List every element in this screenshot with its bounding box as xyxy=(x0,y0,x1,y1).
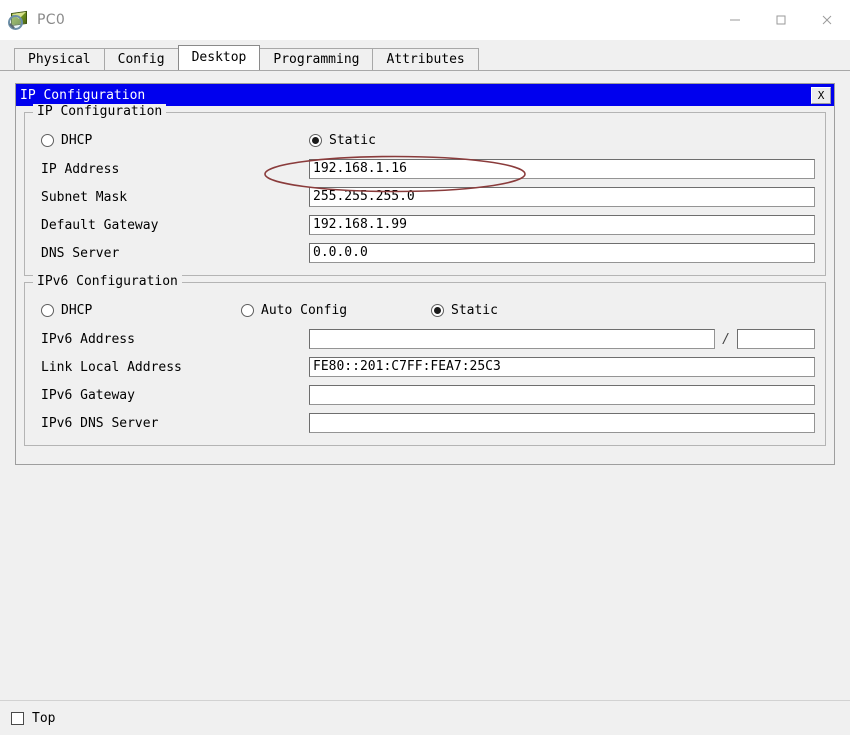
ipv4-configuration-group: IP Configuration DHCP Static IP Address … xyxy=(24,104,826,276)
ipv4-static-radio[interactable]: Static xyxy=(309,133,376,148)
ipv6-gateway-row: IPv6 Gateway xyxy=(35,381,815,409)
ipv6-static-label: Static xyxy=(451,302,498,318)
top-checkbox[interactable] xyxy=(11,711,24,725)
ipv6-dhcp-radio[interactable]: DHCP xyxy=(41,303,241,318)
dialog-title: IP Configuration xyxy=(20,87,146,103)
radio-unselected-icon xyxy=(41,133,54,147)
window-titlebar: PC0 xyxy=(0,0,850,41)
ipv6-address-row: IPv6 Address / xyxy=(35,325,815,353)
ipv4-mode-radio-group: DHCP Static xyxy=(35,127,815,153)
tab-config[interactable]: Config xyxy=(103,48,179,70)
ip-address-label: IP Address xyxy=(41,161,120,177)
ipv6-group-legend: IPv6 Configuration xyxy=(33,274,182,289)
ipv6-configuration-group: IPv6 Configuration DHCP Auto Config Stat… xyxy=(24,274,826,446)
ipv6-dns-server-label: IPv6 DNS Server xyxy=(41,415,159,431)
dns-server-label: DNS Server xyxy=(41,245,120,261)
ipv4-group-legend: IP Configuration xyxy=(33,104,167,119)
default-gateway-input[interactable]: 192.168.1.99 xyxy=(309,215,815,235)
dialog-close-button[interactable]: X xyxy=(811,86,831,104)
dialog-body: IP Configuration DHCP Static IP Address … xyxy=(16,104,834,464)
radio-selected-icon xyxy=(431,303,444,317)
dialog-titlebar: IP Configuration X xyxy=(16,84,834,106)
ipv6-prefix-separator: / xyxy=(722,331,730,347)
ipv4-dhcp-label: DHCP xyxy=(61,132,93,148)
window-controls xyxy=(712,0,850,40)
maximize-icon[interactable] xyxy=(758,0,804,40)
link-local-address-row: Link Local Address FE80::201:C7FF:FEA7:2… xyxy=(35,353,815,381)
minimize-icon[interactable] xyxy=(712,0,758,40)
ipv6-dns-server-row: IPv6 DNS Server xyxy=(35,409,815,437)
ipv6-dhcp-label: DHCP xyxy=(61,302,93,318)
radio-unselected-icon xyxy=(241,303,254,317)
ipv6-address-label: IPv6 Address xyxy=(41,331,135,347)
ip-address-input[interactable]: 192.168.1.16 xyxy=(309,159,815,179)
subnet-mask-label: Subnet Mask xyxy=(41,189,128,205)
tab-desktop[interactable]: Desktop xyxy=(177,45,261,70)
ipv6-auto-config-label: Auto Config xyxy=(261,302,348,318)
window-title: PC0 xyxy=(37,12,66,28)
close-icon[interactable] xyxy=(804,0,850,40)
subnet-mask-input[interactable]: 255.255.255.0 xyxy=(309,187,815,207)
tab-programming[interactable]: Programming xyxy=(259,48,374,70)
link-local-address-input[interactable]: FE80::201:C7FF:FEA7:25C3 xyxy=(309,357,815,377)
ipv6-address-input[interactable] xyxy=(309,329,716,349)
radio-selected-icon xyxy=(309,133,322,147)
bottom-bar: Top xyxy=(0,700,850,735)
pc-device-icon xyxy=(7,9,29,31)
tab-physical[interactable]: Physical xyxy=(14,48,105,70)
ipv6-prefix-input[interactable] xyxy=(737,329,815,349)
dns-server-row: DNS Server 0.0.0.0 xyxy=(35,239,815,267)
desktop-tab-panel: IP Configuration X IP Configuration DHCP… xyxy=(0,70,850,700)
ip-configuration-dialog: IP Configuration X IP Configuration DHCP… xyxy=(15,83,835,465)
default-gateway-row: Default Gateway 192.168.1.99 xyxy=(35,211,815,239)
ipv6-gateway-input[interactable] xyxy=(309,385,815,405)
dns-server-input[interactable]: 0.0.0.0 xyxy=(309,243,815,263)
radio-unselected-icon xyxy=(41,303,54,317)
default-gateway-label: Default Gateway xyxy=(41,217,159,233)
tab-attributes[interactable]: Attributes xyxy=(372,48,479,70)
top-checkbox-label: Top xyxy=(32,710,56,726)
link-local-address-label: Link Local Address xyxy=(41,359,182,375)
ipv4-static-label: Static xyxy=(329,132,376,148)
ipv6-dns-server-input[interactable] xyxy=(309,413,815,433)
ipv6-static-radio[interactable]: Static xyxy=(431,303,498,318)
tab-strip: Physical Config Desktop Programming Attr… xyxy=(0,40,850,70)
ip-address-row: IP Address 192.168.1.16 xyxy=(35,155,815,183)
subnet-mask-row: Subnet Mask 255.255.255.0 xyxy=(35,183,815,211)
ipv6-gateway-label: IPv6 Gateway xyxy=(41,387,135,403)
ipv6-mode-radio-group: DHCP Auto Config Static xyxy=(35,297,815,323)
ipv4-dhcp-radio[interactable]: DHCP xyxy=(41,133,309,148)
ipv6-auto-config-radio[interactable]: Auto Config xyxy=(241,303,431,318)
